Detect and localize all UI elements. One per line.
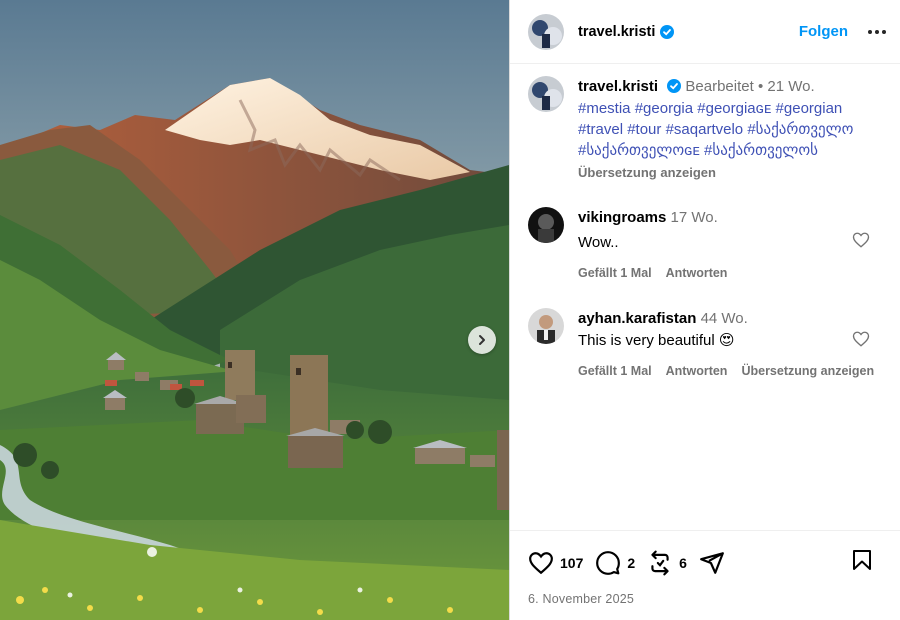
comment-text: Wow.. bbox=[578, 234, 619, 251]
like-comment-heart-icon[interactable] bbox=[852, 330, 870, 353]
verified-badge-icon bbox=[660, 24, 675, 39]
more-options-icon[interactable] bbox=[868, 29, 886, 34]
hashtag-link[interactable]: #georgia bbox=[635, 100, 693, 117]
like-count[interactable]: 107 bbox=[560, 555, 583, 571]
post-image[interactable] bbox=[0, 0, 509, 620]
comment-username[interactable]: vikingroams bbox=[578, 209, 666, 226]
reply-button[interactable]: Antworten bbox=[666, 361, 728, 382]
translate-caption-link[interactable]: Übersetzung anzeigen bbox=[578, 162, 878, 183]
profile-photo bbox=[528, 76, 564, 112]
mountain-village-photo bbox=[0, 0, 509, 620]
profile-photo bbox=[528, 308, 564, 344]
profile-photo bbox=[528, 207, 564, 243]
reply-button[interactable]: Antworten bbox=[666, 263, 728, 284]
repost-icon bbox=[651, 550, 669, 575]
share-button[interactable] bbox=[699, 550, 725, 576]
comment-age: 17 Wo. bbox=[670, 209, 718, 226]
translate-comment-link[interactable]: Übersetzung anzeigen bbox=[741, 361, 874, 382]
comment-username[interactable]: ayhan.karafistan bbox=[578, 310, 696, 327]
save-button[interactable] bbox=[850, 547, 874, 578]
avatar[interactable] bbox=[528, 76, 564, 112]
paper-plane-icon bbox=[700, 551, 724, 574]
post-header: travel.kristi Folgen bbox=[510, 0, 900, 64]
comments-section: travel.kristi Bearbeitet • 21 Wo. #mesti… bbox=[528, 76, 892, 382]
like-comment-heart-icon[interactable] bbox=[852, 231, 870, 254]
hashtag-link[interactable]: #travel bbox=[578, 121, 623, 138]
avatar[interactable] bbox=[528, 308, 564, 344]
hashtag-link[interactable]: #mestia bbox=[578, 100, 631, 117]
follow-button[interactable]: Folgen bbox=[799, 23, 848, 40]
post-date[interactable]: 6. November 2025 bbox=[528, 592, 882, 606]
caption: travel.kristi Bearbeitet • 21 Wo. #mesti… bbox=[528, 76, 892, 183]
comment-bubble-icon bbox=[596, 550, 621, 575]
hashtag-link[interactable]: #tour bbox=[627, 121, 661, 138]
bookmark-icon bbox=[853, 550, 871, 570]
caption-hashtags: #mestia #georgia #georgiaɢᴇ #georgian #t… bbox=[578, 98, 878, 161]
avatar[interactable] bbox=[528, 207, 564, 243]
like-button[interactable]: 107 bbox=[528, 550, 583, 576]
chevron-right-icon bbox=[479, 335, 485, 345]
avatar[interactable] bbox=[528, 13, 564, 50]
repost-count[interactable]: 6 bbox=[679, 555, 687, 571]
next-image-button[interactable] bbox=[468, 326, 496, 354]
caption-age: 21 Wo. bbox=[767, 78, 815, 95]
comment-button[interactable]: 2 bbox=[595, 550, 635, 576]
comment-text: This is very beautiful bbox=[578, 332, 715, 349]
profile-photo bbox=[528, 13, 564, 50]
hashtag-link[interactable]: #georgian bbox=[776, 100, 843, 117]
comment-count[interactable]: 2 bbox=[627, 555, 635, 571]
comment: ayhan.karafistan 44 Wo. This is very bea… bbox=[528, 308, 892, 382]
hashtag-link[interactable]: #საქართველო bbox=[747, 121, 853, 138]
verified-badge-icon bbox=[667, 79, 682, 93]
heart-eyes-emoji: 😍 bbox=[718, 332, 735, 349]
comment-likes[interactable]: Gefällt 1 Mal bbox=[578, 263, 652, 284]
hashtag-link[interactable]: #saqartvelo bbox=[666, 121, 744, 138]
hashtag-link[interactable]: #georgiaɢᴇ bbox=[697, 100, 771, 117]
comment: vikingroams 17 Wo. Wow.. Gefällt 1 Mal A… bbox=[528, 207, 892, 284]
caption-username[interactable]: travel.kristi bbox=[578, 78, 658, 95]
hashtag-link[interactable]: #საქართველოს bbox=[704, 142, 818, 159]
post-author-username[interactable]: travel.kristi bbox=[578, 24, 655, 40]
post-side-panel: travel.kristi Folgen travel.kristi Bearb… bbox=[509, 0, 900, 620]
hashtag-link[interactable]: #საქართველოɢᴇ bbox=[578, 142, 700, 159]
comment-likes[interactable]: Gefällt 1 Mal bbox=[578, 361, 652, 382]
edited-label: Bearbeitet bbox=[685, 78, 754, 95]
repost-button[interactable]: 6 bbox=[647, 550, 687, 576]
comment-age: 44 Wo. bbox=[700, 310, 748, 327]
heart-icon bbox=[529, 551, 553, 574]
post-actions: 107 2 6 6. November 2025 bbox=[510, 530, 900, 606]
